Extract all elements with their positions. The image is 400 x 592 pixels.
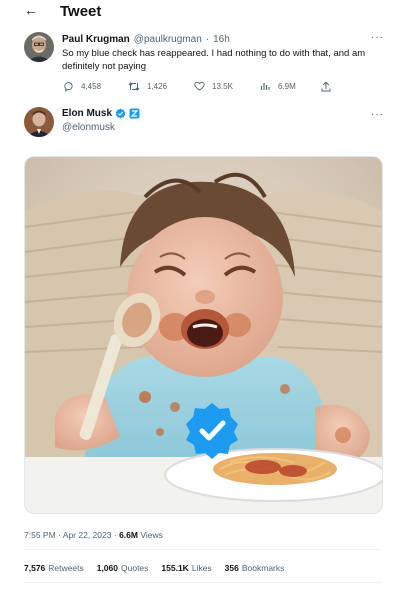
share-upload-icon [320,80,332,92]
retweet-count: 1,426 [147,81,168,91]
retweets-stat-label: Retweets [48,563,84,573]
affiliate-badge-icon [129,108,140,119]
likes-stat-label: Likes [191,563,212,573]
retweet-icon [128,80,140,92]
quoted-timestamp[interactable]: 16h [213,34,230,45]
top-bar: ← Tweet [0,0,400,22]
views-count: 6.9M [278,81,296,91]
tweet-media-image[interactable] [24,156,383,514]
quoted-more-options-icon[interactable]: ··· [371,32,384,43]
quoted-action-bar: 4,458 1,426 13.5K 6.9M [62,80,342,94]
quotes-stat-count: 1,060 [96,563,118,573]
bookmarks-stat-count: 356 [224,563,239,573]
tweet-views-count: 6.6M [119,530,138,540]
quotes-stat[interactable]: 1,060 Quotes [97,563,149,573]
main-more-options-icon[interactable]: ··· [371,109,384,120]
views-button[interactable]: 6.9M [259,80,296,92]
tweet-time[interactable]: 7:55 PM [24,530,56,540]
retweets-stat-count: 7,576 [24,563,46,573]
retweet-button[interactable]: 1,426 [128,80,167,92]
heart-icon [193,80,205,92]
tweet-timestamp-row: 7:55 PM · Apr 22, 2023 · 6.6M Views [24,530,163,540]
views-separator: · [113,530,117,540]
reply-button[interactable]: 4,458 [62,80,101,92]
avatar-paul-krugman[interactable] [24,32,54,62]
main-author-handle[interactable]: @elonmusk [62,122,115,133]
retweets-stat[interactable]: 7,576 Retweets [24,563,84,573]
reply-icon [62,80,74,92]
main-author-name[interactable]: Elon Musk [62,108,112,119]
like-count: 13.5K [212,81,233,91]
back-arrow-icon[interactable]: ← [24,3,38,17]
quoted-author-handle[interactable]: @paulkrugman [134,34,202,45]
avatar-elon-musk[interactable] [24,107,54,137]
like-button[interactable]: 13.5K [193,80,233,92]
quotes-stat-label: Quotes [121,563,149,573]
divider [24,549,382,550]
likes-stat-count: 155.1K [161,563,189,573]
main-author-row: Elon Musk [62,108,140,119]
verified-badge-icon [115,108,126,119]
quoted-author-name[interactable]: Paul Krugman [62,34,130,45]
page-title: Tweet [60,3,102,20]
engagement-stats-row: 7,576 Retweets 1,060 Quotes 155.1K Likes 35… [24,563,297,573]
quoted-tweet-text: So my blue check has reappeared. I had n… [62,48,366,72]
share-button[interactable] [320,80,339,92]
quoted-author-row: Paul Krugman @paulkrugman · 16h [62,34,230,45]
main-author-handle-row: @elonmusk [62,122,115,133]
quoted-time-separator: · [205,34,210,45]
reply-count: 4,458 [81,81,102,91]
bookmarks-stat-label: Bookmarks [241,563,285,573]
tweet-date-separator: · [58,530,61,540]
bookmarks-stat[interactable]: 356 Bookmarks [225,563,285,573]
tweet-views-label: Views [140,530,163,540]
likes-stat[interactable]: 155.1K Likes [161,563,211,573]
tweet-date[interactable]: Apr 22, 2023 [63,530,112,540]
divider-bottom [24,582,382,583]
analytics-bar-icon [259,80,271,92]
